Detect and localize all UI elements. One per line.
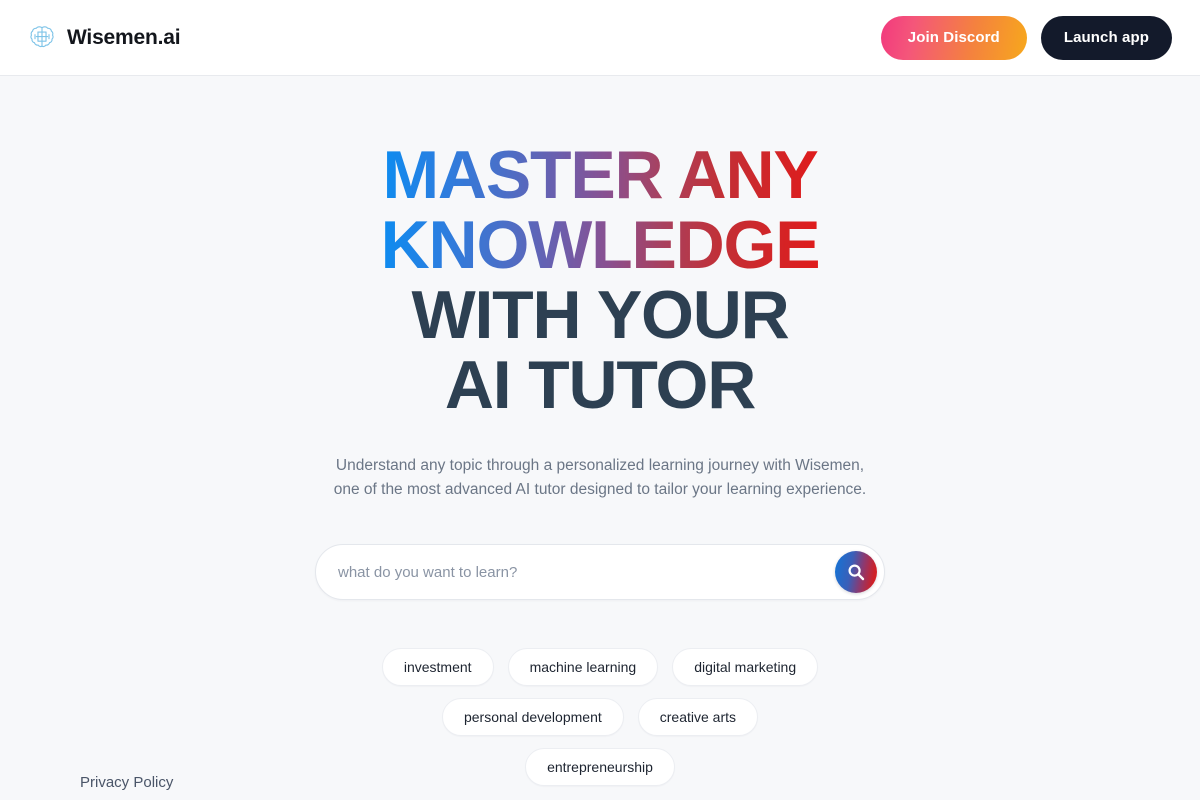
title-line-1: MASTER ANY	[382, 137, 818, 213]
join-discord-button[interactable]: Join Discord	[880, 15, 1027, 60]
privacy-policy-link[interactable]: Privacy Policy	[80, 774, 173, 791]
search-input[interactable]	[338, 545, 835, 599]
title-line-4: AI TUTOR	[444, 347, 756, 423]
brand-logo[interactable]: Wisemen.ai	[28, 24, 181, 52]
title-line-2: KNOWLEDGE	[380, 207, 821, 283]
suggestion-pill-machine-learning[interactable]: machine learning	[507, 648, 659, 686]
suggestion-pill-personal-development[interactable]: personal development	[441, 698, 624, 736]
suggestion-pills: investment machine learning digital mark…	[365, 648, 835, 786]
hero-subtitle: Understand any topic through a personali…	[334, 454, 867, 502]
hero-section: MASTER ANY KNOWLEDGE WITH YOUR AI TUTOR …	[0, 76, 1200, 800]
title-line-3: WITH YOUR	[411, 277, 789, 353]
header-actions: Join Discord Launch app	[880, 15, 1172, 60]
brain-icon	[30, 25, 54, 47]
search-icon	[848, 564, 865, 581]
page-title: MASTER ANY KNOWLEDGE WITH YOUR AI TUTOR	[380, 137, 821, 423]
subtitle-line-2: one of the most advanced AI tutor design…	[333, 481, 867, 498]
brand-name: Wisemen.ai	[67, 25, 181, 49]
suggestion-pill-investment[interactable]: investment	[381, 648, 494, 686]
suggestion-pill-digital-marketing[interactable]: digital marketing	[672, 648, 819, 686]
search-submit-button[interactable]	[835, 551, 877, 593]
site-footer: Privacy Policy	[0, 774, 1200, 800]
suggestion-pill-creative-arts[interactable]: creative arts	[637, 698, 758, 736]
subtitle-line-1: Understand any topic through a personali…	[335, 457, 865, 474]
launch-app-button[interactable]: Launch app	[1040, 15, 1172, 60]
site-header: Wisemen.ai Join Discord Launch app	[0, 0, 1200, 76]
search-bar[interactable]	[315, 544, 885, 600]
